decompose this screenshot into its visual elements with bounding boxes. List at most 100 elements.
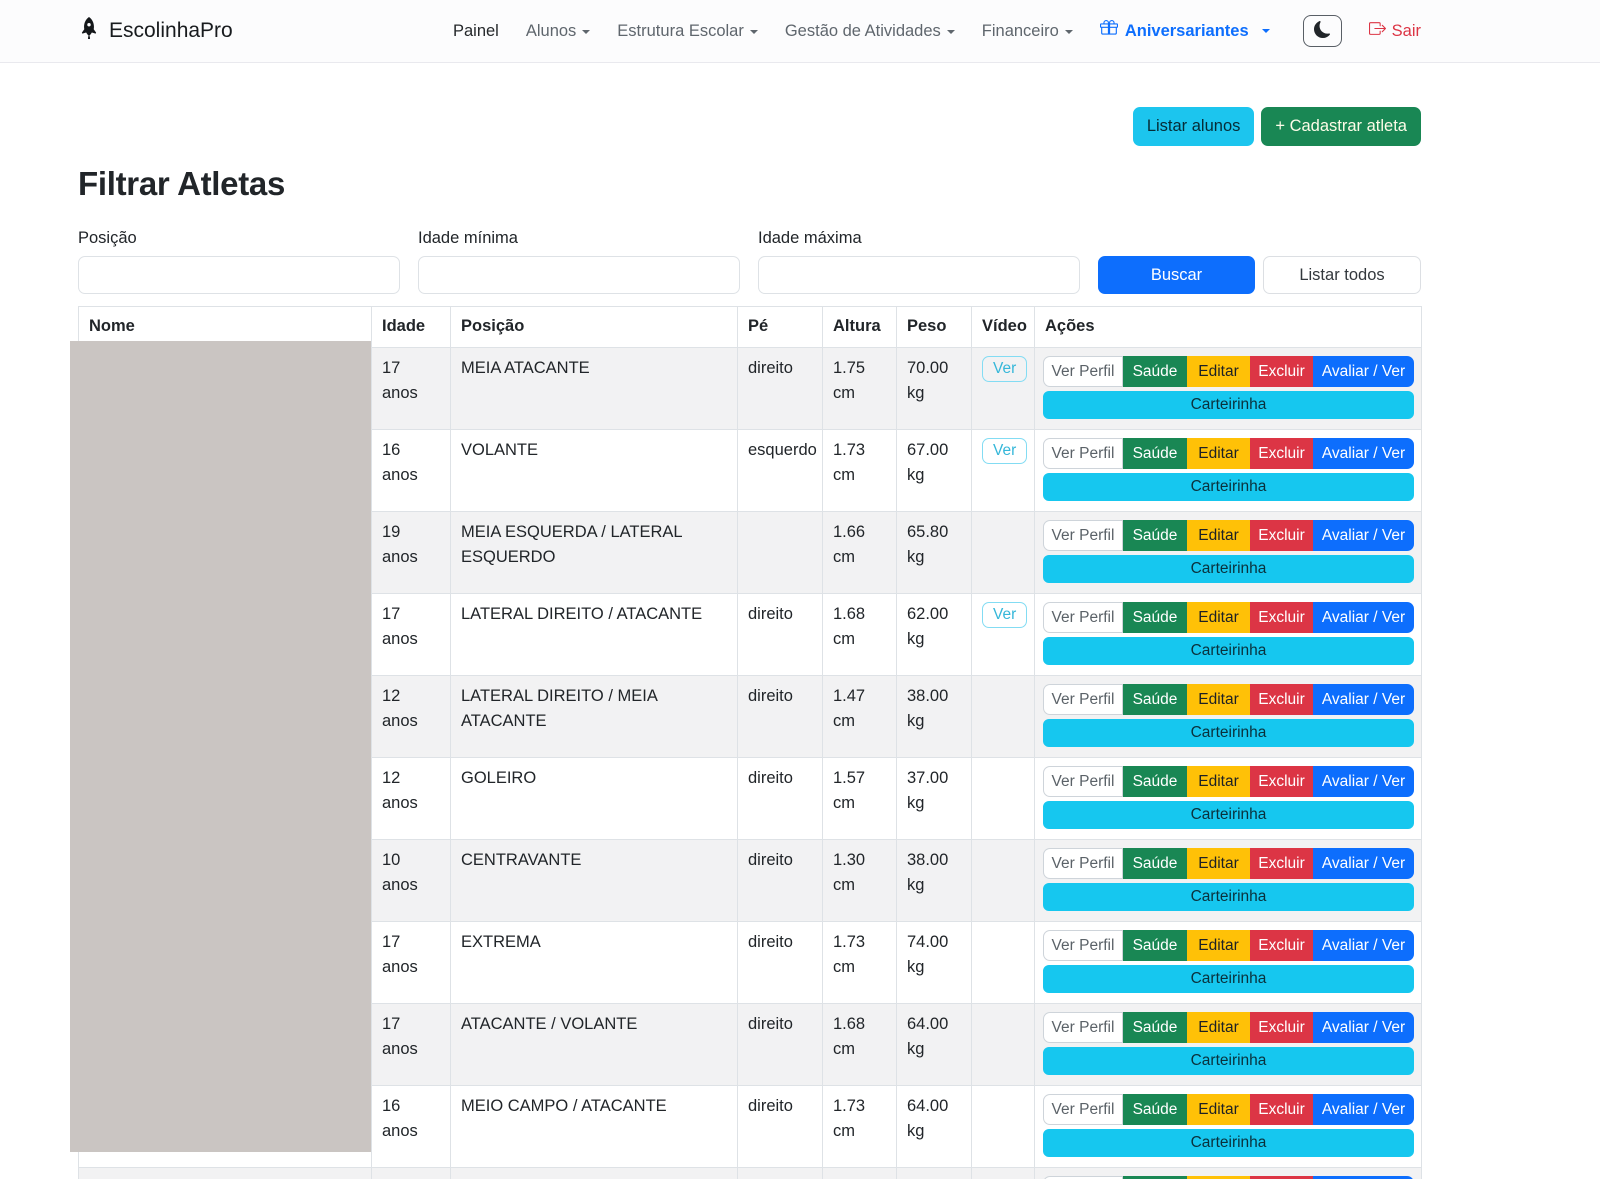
carteirinha-button[interactable]: Carteirinha xyxy=(1043,801,1414,829)
saude-button[interactable]: Saúde xyxy=(1123,930,1187,962)
avaliar-ver-button[interactable]: Avaliar / Ver xyxy=(1313,1012,1414,1044)
excluir-button[interactable]: Excluir xyxy=(1250,520,1313,552)
excluir-button[interactable]: Excluir xyxy=(1250,1094,1313,1126)
idade-minima-input[interactable] xyxy=(418,256,740,294)
saude-button[interactable]: Saúde xyxy=(1123,520,1187,552)
ver-perfil-button[interactable]: Ver Perfil xyxy=(1043,602,1123,634)
posicao-input[interactable] xyxy=(78,256,400,294)
excluir-button[interactable]: Excluir xyxy=(1250,848,1313,880)
nav-item-gestao-atividades[interactable]: Gestão de Atividades xyxy=(785,22,955,41)
excluir-button[interactable]: Excluir xyxy=(1250,766,1313,798)
ver-video-button[interactable]: Ver xyxy=(982,438,1027,464)
excluir-button[interactable]: Excluir xyxy=(1250,1012,1313,1044)
avaliar-ver-button[interactable]: Avaliar / Ver xyxy=(1313,930,1414,962)
avaliar-ver-button[interactable]: Avaliar / Ver xyxy=(1313,1094,1414,1126)
listar-alunos-button[interactable]: Listar alunos xyxy=(1133,107,1255,146)
saude-button[interactable]: Saúde xyxy=(1123,356,1187,388)
buscar-button[interactable]: Buscar xyxy=(1098,256,1255,294)
saude-button[interactable]: Saúde xyxy=(1123,848,1187,880)
editar-button[interactable]: Editar xyxy=(1187,930,1250,962)
excluir-button[interactable]: Excluir xyxy=(1250,684,1313,716)
avaliar-ver-button[interactable]: Avaliar / Ver xyxy=(1313,684,1414,716)
editar-button[interactable]: Editar xyxy=(1187,766,1250,798)
editar-button[interactable]: Editar xyxy=(1187,1176,1250,1179)
saude-button[interactable]: Saúde xyxy=(1123,602,1187,634)
carteirinha-button[interactable]: Carteirinha xyxy=(1043,719,1414,747)
saude-button[interactable]: Saúde xyxy=(1123,1012,1187,1044)
nav-item-financeiro[interactable]: Financeiro xyxy=(982,22,1073,41)
nav-item-estrutura-escolar[interactable]: Estrutura Escolar xyxy=(617,22,758,41)
editar-button[interactable]: Editar xyxy=(1187,438,1250,470)
carteirinha-button[interactable]: Carteirinha xyxy=(1043,555,1414,583)
carteirinha-button[interactable]: Carteirinha xyxy=(1043,1129,1414,1157)
cell-acoes: Ver Perfil Saúde Editar Excluir Avaliar … xyxy=(1035,1003,1422,1085)
excluir-button[interactable]: Excluir xyxy=(1250,602,1313,634)
saude-button[interactable]: Saúde xyxy=(1123,684,1187,716)
cell-pe xyxy=(738,1167,823,1179)
avaliar-ver-button[interactable]: Avaliar / Ver xyxy=(1313,520,1414,552)
editar-button[interactable]: Editar xyxy=(1187,684,1250,716)
ver-perfil-button[interactable]: Ver Perfil xyxy=(1043,356,1123,388)
editar-button[interactable]: Editar xyxy=(1187,1094,1250,1126)
excluir-button[interactable]: Excluir xyxy=(1250,1176,1313,1179)
logout-link[interactable]: Sair xyxy=(1369,20,1421,42)
ver-perfil-button[interactable]: Ver Perfil xyxy=(1043,1176,1123,1179)
cell-peso: 38.00 kg xyxy=(897,675,972,757)
nav-item-aniversariantes[interactable]: Aniversariantes xyxy=(1100,20,1270,43)
ver-perfil-button[interactable]: Ver Perfil xyxy=(1043,1094,1123,1126)
col-header-posicao: Posição xyxy=(451,307,738,348)
nav-links: Painel Alunos Estrutura Escolar Gestão d… xyxy=(453,15,1421,47)
cell-acoes: Ver Perfil Saúde Editar Excluir Avaliar … xyxy=(1035,839,1422,921)
cell-pe: direito xyxy=(738,593,823,675)
ver-perfil-button[interactable]: Ver Perfil xyxy=(1043,930,1123,962)
theme-toggle-button[interactable] xyxy=(1303,15,1342,47)
editar-button[interactable]: Editar xyxy=(1187,520,1250,552)
cell-idade: 19 anos xyxy=(372,511,451,593)
avaliar-ver-button[interactable]: Avaliar / Ver xyxy=(1313,602,1414,634)
ver-perfil-button[interactable]: Ver Perfil xyxy=(1043,438,1123,470)
editar-button[interactable]: Editar xyxy=(1187,356,1250,388)
ver-perfil-button[interactable]: Ver Perfil xyxy=(1043,766,1123,798)
carteirinha-button[interactable]: Carteirinha xyxy=(1043,391,1414,419)
ver-perfil-button[interactable]: Ver Perfil xyxy=(1043,1012,1123,1044)
saude-button[interactable]: Saúde xyxy=(1123,1094,1187,1126)
row-actions: Ver Perfil Saúde Editar Excluir Avaliar … xyxy=(1043,930,1414,962)
avaliar-ver-button[interactable]: Avaliar / Ver xyxy=(1313,438,1414,470)
cell-posicao: ATACANTE / VOLANTE xyxy=(451,1003,738,1085)
carteirinha-button[interactable]: Carteirinha xyxy=(1043,883,1414,911)
ver-perfil-button[interactable]: Ver Perfil xyxy=(1043,520,1123,552)
nav-item-painel[interactable]: Painel xyxy=(453,22,499,41)
editar-button[interactable]: Editar xyxy=(1187,602,1250,634)
saude-button[interactable]: Saúde xyxy=(1123,438,1187,470)
cell-pe: direito xyxy=(738,839,823,921)
ver-video-button[interactable]: Ver xyxy=(982,602,1027,628)
ver-perfil-button[interactable]: Ver Perfil xyxy=(1043,848,1123,880)
carteirinha-button[interactable]: Carteirinha xyxy=(1043,965,1414,993)
logout-icon xyxy=(1369,20,1386,42)
excluir-button[interactable]: Excluir xyxy=(1250,930,1313,962)
carteirinha-button[interactable]: Carteirinha xyxy=(1043,473,1414,501)
excluir-button[interactable]: Excluir xyxy=(1250,438,1313,470)
nav-item-alunos[interactable]: Alunos xyxy=(526,22,590,41)
avaliar-ver-button[interactable]: Avaliar / Ver xyxy=(1313,1176,1414,1179)
idade-maxima-input[interactable] xyxy=(758,256,1080,294)
cadastrar-atleta-button[interactable]: + Cadastrar atleta xyxy=(1261,107,1421,146)
saude-button[interactable]: Saúde xyxy=(1123,1176,1187,1179)
excluir-button[interactable]: Excluir xyxy=(1250,356,1313,388)
editar-button[interactable]: Editar xyxy=(1187,848,1250,880)
brand[interactable]: EscolinhaPro xyxy=(78,17,233,45)
cell-peso: 38.00 kg xyxy=(897,839,972,921)
avaliar-ver-button[interactable]: Avaliar / Ver xyxy=(1313,766,1414,798)
ver-video-button[interactable]: Ver xyxy=(982,356,1027,382)
carteirinha-button[interactable]: Carteirinha xyxy=(1043,637,1414,665)
ver-perfil-button[interactable]: Ver Perfil xyxy=(1043,684,1123,716)
cell-altura xyxy=(823,1167,897,1179)
cell-video: Ver xyxy=(972,429,1035,511)
carteirinha-button[interactable]: Carteirinha xyxy=(1043,1047,1414,1075)
saude-button[interactable]: Saúde xyxy=(1123,766,1187,798)
avaliar-ver-button[interactable]: Avaliar / Ver xyxy=(1313,848,1414,880)
avaliar-ver-button[interactable]: Avaliar / Ver xyxy=(1313,356,1414,388)
editar-button[interactable]: Editar xyxy=(1187,1012,1250,1044)
listar-todos-button[interactable]: Listar todos xyxy=(1263,256,1421,294)
cell-altura: 1.57 cm xyxy=(823,757,897,839)
